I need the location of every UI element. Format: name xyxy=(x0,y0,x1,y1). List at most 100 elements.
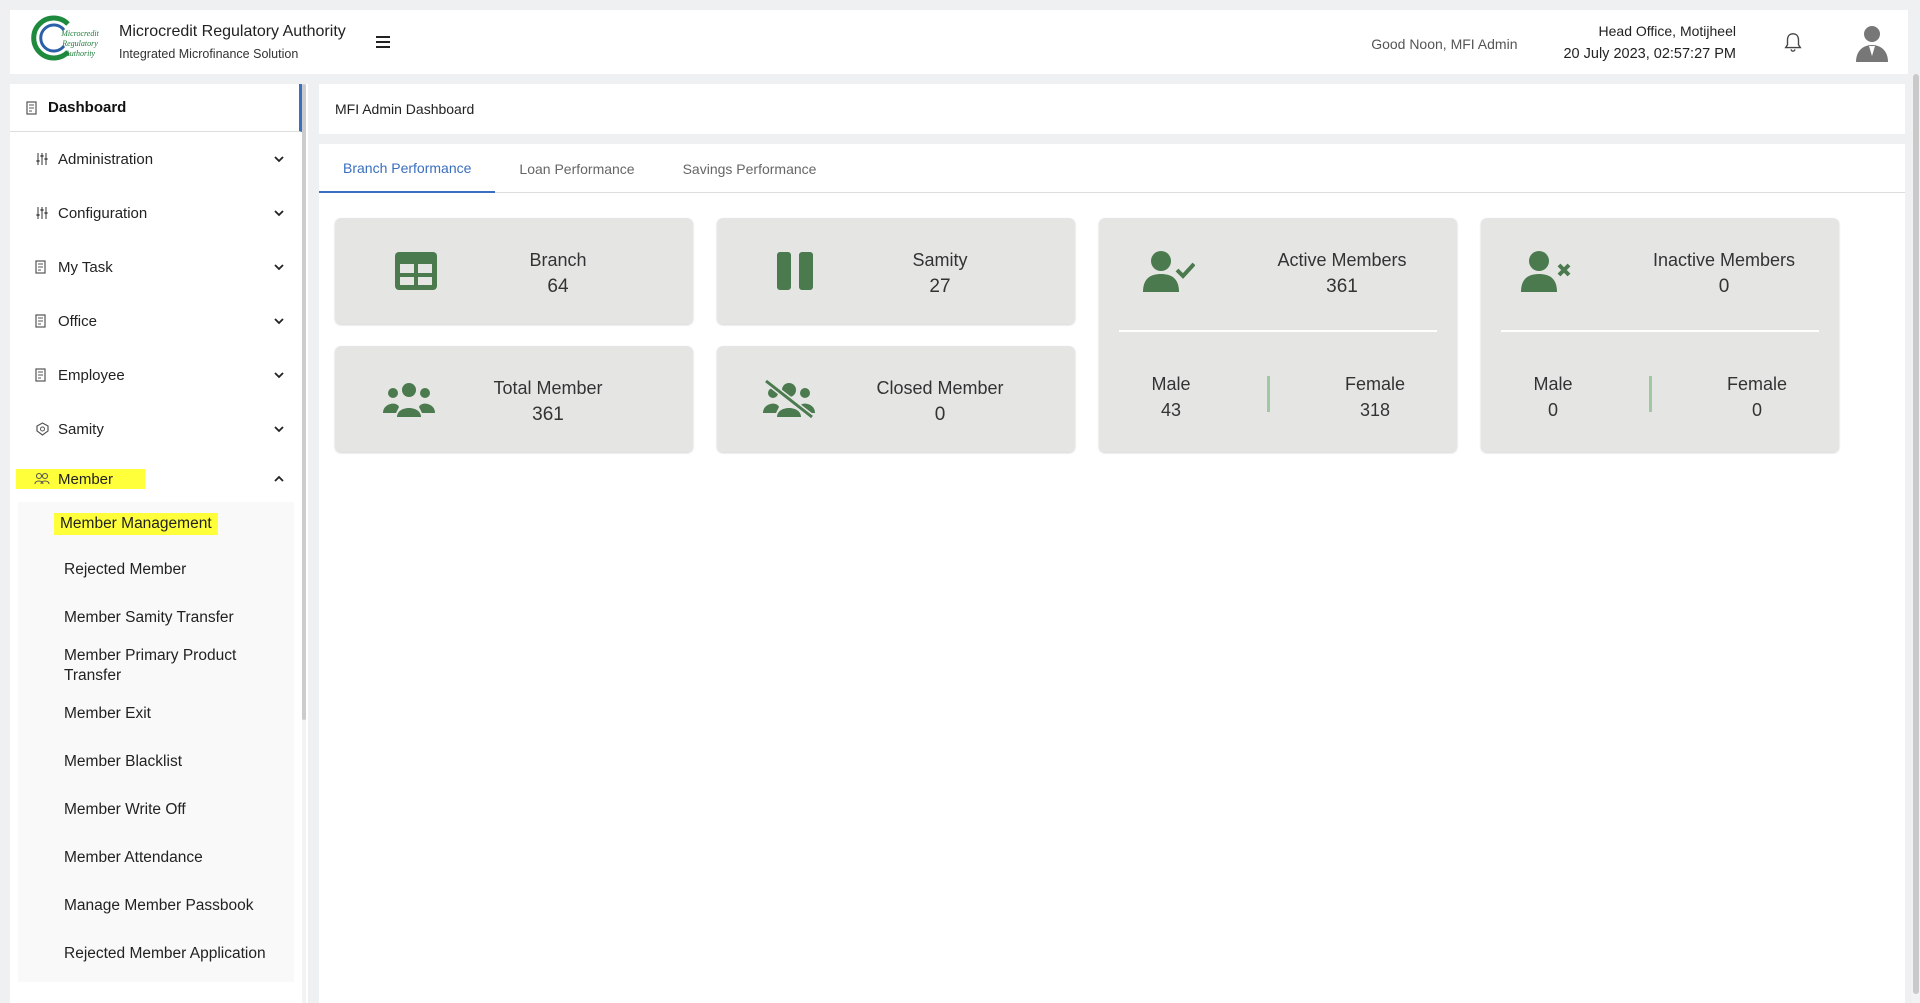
card-inactive-members: Inactive Members 0 Male 0 Female 0 xyxy=(1481,218,1839,452)
split-divider xyxy=(1267,376,1270,412)
logo-text-line: Regulatory xyxy=(62,39,98,48)
bell-icon[interactable] xyxy=(1782,31,1804,53)
office-name: Head Office, Motijheel xyxy=(1598,22,1736,39)
sidebar-item-label: Rejected Member xyxy=(64,561,187,578)
card-value: 64 xyxy=(547,276,569,297)
sidebar-item-label: Dashboard xyxy=(48,99,127,116)
female-value: 318 xyxy=(1359,400,1391,420)
chevron-down-icon xyxy=(274,210,284,217)
member-icon xyxy=(34,471,50,487)
user-avatar-icon[interactable] xyxy=(1854,22,1890,62)
card-samity: Samity 27 xyxy=(717,218,1075,324)
sidebar-item-label: My Task xyxy=(58,258,113,276)
card-value: 361 xyxy=(1326,276,1358,297)
dashboard-icon xyxy=(26,100,37,115)
tab-bar: Branch Performance Loan Performance Savi… xyxy=(319,144,1905,193)
card-value: 0 xyxy=(934,404,946,425)
current-datetime: 20 July 2023, 02:57:27 PM xyxy=(1563,45,1736,62)
top-header: Microcredit Regulatory Authority Microcr… xyxy=(10,10,1908,74)
card-value: 27 xyxy=(929,276,951,297)
submenu-item-rejected-member-application[interactable]: Rejected Member Application xyxy=(18,930,294,978)
sidebar-item-label: Samity xyxy=(58,420,104,438)
card-divider xyxy=(1501,330,1819,332)
sidebar-item-label: Member Primary Product Transfer xyxy=(64,647,237,684)
sidebar-item-label: Member Write Off xyxy=(64,801,186,818)
sidebar-item-office[interactable]: Office xyxy=(10,294,308,348)
submenu-item-manage-member-passbook[interactable]: Manage Member Passbook xyxy=(18,882,294,930)
male-label: Male xyxy=(1533,374,1573,394)
submenu-item-member-exit[interactable]: Member Exit xyxy=(18,690,294,738)
card-label: Inactive Members xyxy=(1652,250,1796,270)
card-label: Closed Member xyxy=(876,378,1004,398)
chevron-down-icon xyxy=(274,426,284,433)
sidebar-item-administration[interactable]: Administration xyxy=(10,132,308,186)
sidebar-item-label: Employee xyxy=(58,366,125,384)
card-label: Branch xyxy=(529,250,587,270)
female-count: Female 318 xyxy=(1315,374,1435,421)
sidebar-item-label: Rejected Member Application xyxy=(64,945,266,962)
greeting-text: Good Noon, MFI Admin xyxy=(1371,36,1518,52)
chevron-up-icon xyxy=(274,475,284,482)
employee-icon xyxy=(34,367,50,383)
sidebar-item-employee[interactable]: Employee xyxy=(10,348,308,402)
card-total-member: Total Member 361 xyxy=(335,346,693,452)
female-count: Female 0 xyxy=(1697,374,1817,421)
sidebar-item-label: Administration xyxy=(58,150,154,168)
sidebar-item-label: Manage Member Passbook xyxy=(64,897,254,914)
hamburger-icon[interactable] xyxy=(375,36,390,48)
page-scrollbar-thumb[interactable] xyxy=(1913,74,1919,994)
submenu-item-member-samity-transfer[interactable]: Member Samity Transfer xyxy=(18,594,294,642)
brand-block: Microcredit Regulatory Authority Integra… xyxy=(119,23,346,61)
pause-icon xyxy=(777,252,813,290)
sidebar-item-label: Member Blacklist xyxy=(64,753,182,770)
card-active-members: Active Members 361 Male 43 Female 318 xyxy=(1099,218,1457,452)
users-icon xyxy=(383,383,435,417)
page-title: MFI Admin Dashboard xyxy=(335,101,475,117)
chevron-down-icon xyxy=(274,318,284,325)
page-title-bar: MFI Admin Dashboard xyxy=(319,84,1905,134)
male-value: 43 xyxy=(1160,400,1182,420)
split-divider xyxy=(1649,376,1652,412)
sidebar-item-label: Member Samity Transfer xyxy=(64,609,234,626)
submenu-item-member-blacklist[interactable]: Member Blacklist xyxy=(18,738,294,786)
chevron-down-icon xyxy=(274,156,284,163)
submenu-item-member-attendance[interactable]: Member Attendance xyxy=(18,834,294,882)
sliders-icon xyxy=(34,205,50,221)
chevron-down-icon xyxy=(274,372,284,379)
table-icon xyxy=(395,252,437,290)
user-check-icon xyxy=(1143,251,1195,292)
submenu-item-member-write-off[interactable]: Member Write Off xyxy=(18,786,294,834)
female-value: 0 xyxy=(1751,400,1762,420)
sidebar-item-label: Member xyxy=(58,470,114,488)
sidebar-item-my-task[interactable]: My Task xyxy=(10,240,308,294)
sidebar-item-samity[interactable]: Samity xyxy=(10,402,308,456)
sidebar-item-configuration[interactable]: Configuration xyxy=(10,186,308,240)
sidebar: Dashboard Administration Configuration M… xyxy=(10,84,308,1003)
submenu-item-member-management[interactable]: Member Management xyxy=(18,502,294,546)
mra-logo: Microcredit Regulatory Authority xyxy=(28,14,108,70)
chevron-down-icon xyxy=(274,264,284,271)
card-label: Active Members xyxy=(1277,250,1407,270)
submenu-item-rejected-member[interactable]: Rejected Member xyxy=(18,546,294,594)
tab-loan-performance[interactable]: Loan Performance xyxy=(495,144,658,193)
male-count: Male 0 xyxy=(1493,374,1613,421)
tab-savings-performance[interactable]: Savings Performance xyxy=(659,144,841,193)
card-branch: Branch 64 xyxy=(335,218,693,324)
male-label: Male xyxy=(1151,374,1191,394)
sidebar-item-dashboard[interactable]: Dashboard xyxy=(10,84,302,132)
brand-subtitle: Integrated Microfinance Solution xyxy=(119,47,299,61)
users-slash-icon xyxy=(763,379,815,419)
sidebar-item-member[interactable]: Member xyxy=(10,456,308,502)
card-value: 361 xyxy=(532,404,564,425)
card-divider xyxy=(1119,330,1437,332)
sidebar-item-label: Member Attendance xyxy=(64,849,203,866)
brand-title: Microcredit Regulatory Authority xyxy=(119,23,346,40)
tab-branch-performance[interactable]: Branch Performance xyxy=(319,144,496,193)
main-panel: Branch Performance Loan Performance Savi… xyxy=(319,144,1905,1003)
logo-text-line: Microcredit xyxy=(61,29,99,38)
card-label: Samity xyxy=(912,250,968,270)
submenu-item-member-primary-product-transfer[interactable]: Member Primary Product Transfer xyxy=(18,642,278,690)
samity-icon xyxy=(34,421,50,437)
female-label: Female xyxy=(1726,374,1788,394)
logo-text-line: Authority xyxy=(64,49,96,58)
